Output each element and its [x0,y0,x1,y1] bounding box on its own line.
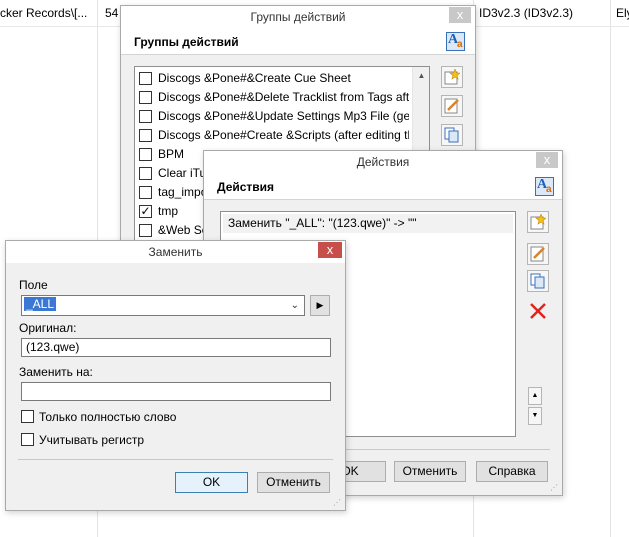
actions-heading: Действия [217,180,275,194]
action-groups-titlebar: Группы действий x [121,6,475,28]
copy-group-button[interactable] [441,124,463,146]
checkbox[interactable] [139,110,152,123]
help-button[interactable]: Справка [476,461,548,482]
replace-with-label: Заменить на: [19,365,93,379]
action-groups-title: Группы действий [250,10,346,24]
replace-title: Заменить [148,245,203,259]
edit-pencil-icon [530,246,545,262]
checkbox[interactable] [21,433,34,446]
close-icon[interactable]: x [449,7,471,23]
whole-word-label: Только полностью слово [39,410,177,424]
delete-action-button[interactable] [527,300,549,322]
new-star-icon [530,214,546,230]
checkbox[interactable] [139,148,152,161]
bg-number-cell: 54 [105,6,119,20]
actions-title: Действия [356,155,410,169]
checkbox[interactable] [139,72,152,85]
replace-titlebar: Заменить x [6,241,345,263]
checkbox[interactable] [21,410,34,423]
add-group-button[interactable] [441,66,463,88]
action-groups-heading: Группы действий [134,35,239,49]
arrow-right-icon: ▶ [316,300,324,310]
cancel-button[interactable]: Отменить [394,461,466,482]
replace-with-input[interactable] [21,382,331,401]
field-label: Поле [19,278,48,292]
copy-icon [530,273,545,289]
action-entry[interactable]: Заменить "_ALL": "(123.qwe)" -> "" [223,214,513,233]
checkbox[interactable] [139,224,152,237]
whole-word-option[interactable]: Только полностью слово [21,409,241,425]
copy-icon [444,127,459,143]
original-input[interactable]: (123.qwe) [21,338,331,357]
case-sensitive-option[interactable]: Учитывать регистр [21,432,241,448]
font-style-icon: Aa [446,32,465,51]
list-item[interactable]: Discogs &Pone#Create &Scripts (after edi… [139,126,409,145]
bg-path-cell: cker Records\[... [0,6,88,20]
close-icon[interactable]: x [536,152,558,168]
checkbox[interactable] [139,129,152,142]
ok-button[interactable]: OK [175,472,248,493]
arrow-down-icon: ▼ [531,412,539,419]
edit-action-button[interactable] [527,243,549,265]
close-icon[interactable]: x [318,242,342,258]
bg-tagversion-cell: ID3v2.3 (ID3v2.3) [479,6,574,20]
cancel-button[interactable]: Отменить [257,472,330,493]
resize-grip-icon[interactable]: ⋰ [333,498,343,508]
arrow-up-icon: ▲ [531,392,539,399]
scroll-up-icon[interactable]: ▲ [414,68,429,83]
resize-grip-icon[interactable]: ⋰ [550,483,560,493]
actions-header: Действия Aa [204,173,562,200]
add-action-button[interactable] [527,211,549,233]
checkbox[interactable] [139,186,152,199]
bg-column-separator [610,0,611,537]
chevron-down-icon: ⌄ [290,300,299,311]
field-select[interactable]: _ALL ⌄ [21,295,305,316]
copy-action-button[interactable] [527,270,549,292]
separator [18,459,333,460]
list-item[interactable]: Discogs &Pone#&Create Cue Sheet [139,69,409,88]
checkbox[interactable] [139,167,152,180]
move-down-button[interactable]: ▼ [528,407,542,425]
edit-group-button[interactable] [441,95,463,117]
list-item[interactable]: Discogs &Pone#&Update Settings Mp3 File … [139,107,409,126]
original-label: Оригинал: [19,321,77,335]
checkbox[interactable] [139,91,152,104]
font-style-icon: Aa [535,177,554,196]
bg-extra-cell: Ely [616,6,629,20]
edit-pencil-icon [444,98,459,114]
move-up-button[interactable]: ▲ [528,387,542,405]
field-menu-button[interactable]: ▶ [310,295,330,316]
actions-titlebar: Действия x [204,151,562,173]
field-select-value: _ALL [24,297,57,311]
list-item[interactable]: Discogs &Pone#&Delete Tracklist from Tag… [139,88,409,107]
new-star-icon [444,69,460,85]
checkbox-checked[interactable]: ✓ [139,205,152,218]
delete-x-icon [530,303,546,319]
action-groups-header: Группы действий Aa [121,28,475,55]
replace-dialog: Заменить x Поле _ALL ⌄ ▶ Оригинал: (123.… [5,240,346,511]
case-sensitive-label: Учитывать регистр [39,433,145,447]
